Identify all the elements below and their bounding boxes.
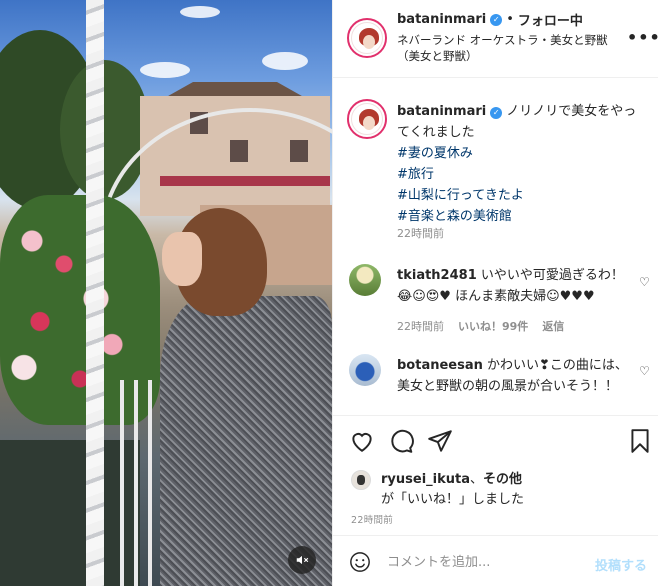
- comment-input[interactable]: [387, 550, 587, 574]
- cloud: [140, 62, 190, 78]
- comment-timestamp: 22時間前: [397, 320, 444, 333]
- cloud: [180, 6, 220, 18]
- avatar-image: [351, 22, 383, 54]
- commenter-avatar[interactable]: [349, 264, 381, 296]
- author-avatar[interactable]: [347, 18, 387, 58]
- verified-badge-icon: ✓: [490, 107, 503, 119]
- liked-separator: 、: [470, 472, 484, 487]
- comment-likes-count[interactable]: いいね！99件: [458, 318, 528, 334]
- hashtag-link[interactable]: #音楽と森の美術館: [397, 206, 647, 227]
- person-coat: [160, 296, 332, 586]
- add-comment-bar: 投稿する: [333, 535, 658, 586]
- caption-username[interactable]: bataninmari: [397, 104, 486, 119]
- liker-avatar[interactable]: [351, 470, 371, 490]
- liked-others-link[interactable]: その他: [483, 472, 522, 487]
- more-options-icon[interactable]: •••: [627, 28, 658, 47]
- hashtag-link[interactable]: #旅行: [397, 164, 647, 185]
- commenter-username[interactable]: tkiath2481: [397, 268, 477, 283]
- hashtag-link[interactable]: #妻の夏休み: [397, 143, 647, 164]
- post-side-panel: bataninmari ✓ • フォロー中 ネバーランド オーケストラ・美女と野…: [332, 0, 658, 586]
- mute-button[interactable]: [288, 546, 316, 574]
- person-face: [162, 232, 202, 286]
- following-button[interactable]: フォロー中: [518, 10, 583, 29]
- comment-like-heart-icon[interactable]: ♡: [639, 275, 650, 289]
- emoji-icon[interactable]: [349, 551, 371, 573]
- caption-timestamp: 22時間前: [397, 227, 444, 240]
- twisted-pole: [86, 0, 104, 586]
- bookmark-icon[interactable]: [627, 428, 653, 454]
- avatar-image: [351, 103, 383, 135]
- post-timestamp: 22時間前: [351, 515, 394, 526]
- speaker-muted-icon: [296, 555, 309, 565]
- caption: bataninmari ✓ ノリノリで美女をやってくれました #妻の夏休み #旅行 …: [397, 101, 647, 227]
- water: [0, 440, 140, 586]
- cloud: [262, 52, 308, 70]
- liker-username[interactable]: ryusei_ikuta: [381, 472, 470, 487]
- send-icon[interactable]: [427, 428, 453, 454]
- commenter-avatar[interactable]: [349, 354, 381, 386]
- caption-avatar[interactable]: [347, 99, 387, 139]
- comment-reply-button[interactable]: 返信: [542, 318, 564, 334]
- post-location[interactable]: ネバーランド オーケストラ・美女と野獣（美女と野獣）: [397, 32, 617, 64]
- post-actions: ryusei_ikuta、その他 が「いいね！」しました 22時間前: [333, 415, 658, 527]
- comments-section[interactable]: bataninmari ✓ ノリノリで美女をやってくれました #妻の夏休み #旅行 …: [333, 79, 658, 415]
- post-comment-button[interactable]: 投稿する: [595, 555, 647, 574]
- comment-icon[interactable]: [388, 428, 414, 454]
- hashtag-link[interactable]: #山梨に行ってきたよ: [397, 185, 647, 206]
- comment-meta: 22時間前 いいね！99件 返信: [397, 318, 564, 334]
- liked-by-suffix: が「いいね！」しました: [381, 492, 525, 507]
- comment-item: botaneesan かわいい❣この曲には、美女と野獣の朝の風景が合いそう！！: [397, 355, 633, 397]
- author-username[interactable]: bataninmari: [397, 12, 486, 27]
- commenter-username[interactable]: botaneesan: [397, 358, 483, 373]
- comment-item: tkiath2481 いやいや可愛過ぎるわ！😂☺😍♥ ほんま素敵夫婦☺♥♥♥: [397, 265, 633, 307]
- verified-badge-icon: ✓: [490, 13, 503, 26]
- liked-by-line: ryusei_ikuta、その他: [381, 470, 522, 489]
- comment-like-heart-icon[interactable]: ♡: [639, 364, 650, 378]
- post-header: bataninmari ✓ • フォロー中 ネバーランド オーケストラ・美女と野…: [333, 0, 658, 78]
- header-separator: •: [506, 12, 514, 27]
- post-media[interactable]: [0, 0, 332, 586]
- heart-icon[interactable]: [349, 428, 375, 454]
- header-line: bataninmari ✓ • フォロー中: [397, 10, 583, 29]
